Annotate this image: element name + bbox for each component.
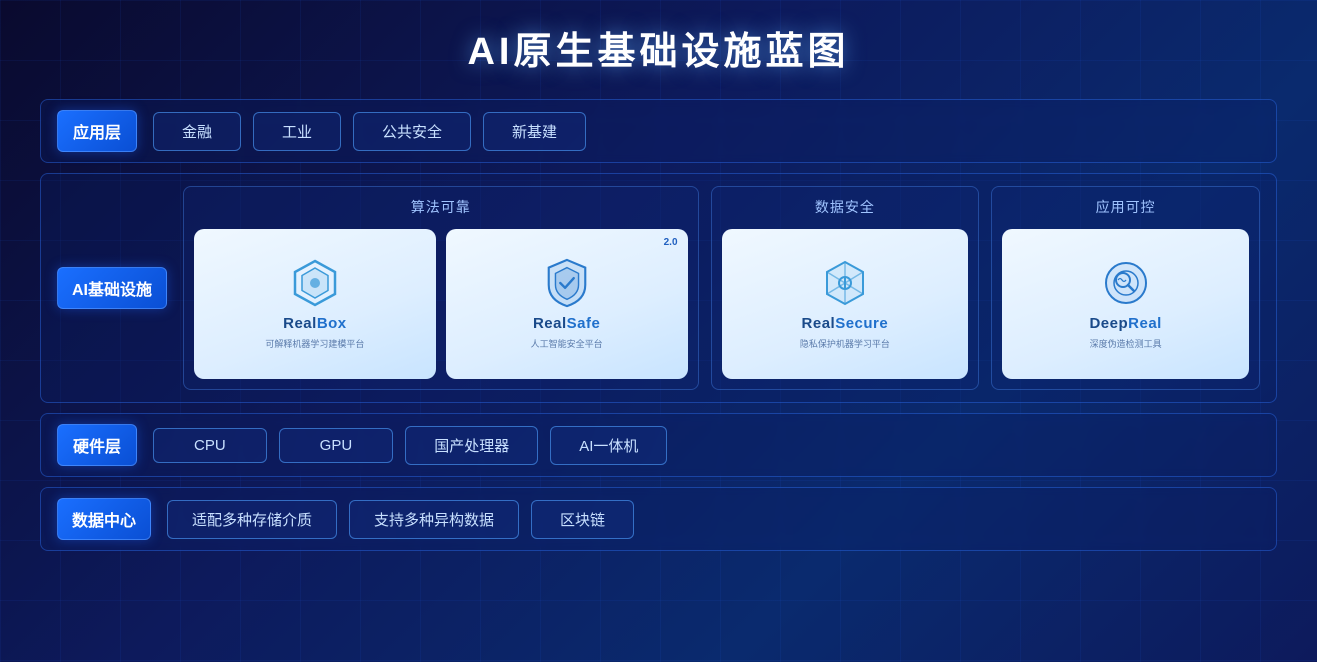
infra-group-datasec-title: 数据安全 <box>815 197 875 217</box>
infra-group-appctrl-title: 应用可控 <box>1096 197 1156 217</box>
hw-item-ai-machine: AI一体机 <box>550 426 667 465</box>
realbox-icon <box>289 257 341 309</box>
product-card-deepreal: DeepReal 深度伪造检测工具 <box>1002 229 1249 379</box>
product-card-realbox: RealBox 可解释机器学习建模平台 <box>194 229 436 379</box>
infra-group-appctrl: 应用可控 <box>991 186 1260 390</box>
layers-wrapper: 应用层 金融 工业 公共安全 新基建 AI基础设施 算法可靠 <box>40 99 1277 551</box>
app-item-industry: 工业 <box>253 112 341 151</box>
realbox-name: RealBox <box>283 315 347 332</box>
algo-cards: RealBox 可解释机器学习建模平台 2.0 <box>194 229 688 379</box>
hw-item-domestic: 国产处理器 <box>405 426 538 465</box>
hardware-layer-items: CPU GPU 国产处理器 AI一体机 <box>153 426 1260 465</box>
appctrl-cards: DeepReal 深度伪造检测工具 <box>1002 229 1249 379</box>
datasec-cards: RealSecure 隐私保护机器学习平台 <box>722 229 969 379</box>
app-item-security: 公共安全 <box>353 112 471 151</box>
product-card-realsafe: 2.0 RealSafe 人工智能安全 <box>446 229 688 379</box>
dc-item-storage: 适配多种存储介质 <box>167 500 337 539</box>
application-layer: 应用层 金融 工业 公共安全 新基建 <box>40 99 1277 163</box>
hw-item-gpu: GPU <box>279 428 394 463</box>
ai-infra-label: AI基础设施 <box>57 267 167 309</box>
datacenter-layer-label: 数据中心 <box>57 498 151 540</box>
datacenter-layer-items: 适配多种存储介质 支持多种异构数据 区块链 <box>167 500 1260 539</box>
application-layer-label: 应用层 <box>57 110 137 152</box>
infra-group-algo: 算法可靠 RealB <box>183 186 699 390</box>
main-container: AI原生基础设施蓝图 应用层 金融 工业 公共安全 新基建 AI基础设施 算法可… <box>0 0 1317 662</box>
realsecure-name: RealSecure <box>802 315 889 332</box>
ai-infra-layer: AI基础设施 算法可靠 <box>40 173 1277 403</box>
ai-infra-content: 算法可靠 RealB <box>183 186 1260 390</box>
hw-item-cpu: CPU <box>153 428 267 463</box>
datacenter-layer: 数据中心 适配多种存储介质 支持多种异构数据 区块链 <box>40 487 1277 551</box>
realsafe-badge: 2.0 <box>664 237 678 248</box>
hardware-layer: 硬件层 CPU GPU 国产处理器 AI一体机 <box>40 413 1277 477</box>
realsafe-name: RealSafe <box>533 315 600 332</box>
infra-group-algo-title: 算法可靠 <box>411 197 471 217</box>
deepreal-icon <box>1100 257 1152 309</box>
realsafe-desc: 人工智能安全平台 <box>531 338 603 351</box>
realsafe-icon <box>541 257 593 309</box>
realsecure-desc: 隐私保护机器学习平台 <box>800 338 890 351</box>
realsecure-icon <box>819 257 871 309</box>
infra-group-datasec: 数据安全 <box>711 186 980 390</box>
application-layer-items: 金融 工业 公共安全 新基建 <box>153 112 1260 151</box>
realbox-desc: 可解释机器学习建模平台 <box>265 338 364 351</box>
dc-item-heterogeneous: 支持多种异构数据 <box>349 500 519 539</box>
dc-item-blockchain: 区块链 <box>531 500 634 539</box>
deepreal-desc: 深度伪造检测工具 <box>1090 338 1162 351</box>
app-item-finance: 金融 <box>153 112 241 151</box>
product-card-realsecure: RealSecure 隐私保护机器学习平台 <box>722 229 969 379</box>
page-title: AI原生基础设施蓝图 <box>467 20 849 75</box>
deepreal-name: DeepReal <box>1089 315 1161 332</box>
app-item-newinfra: 新基建 <box>483 112 586 151</box>
hardware-layer-label: 硬件层 <box>57 424 137 466</box>
